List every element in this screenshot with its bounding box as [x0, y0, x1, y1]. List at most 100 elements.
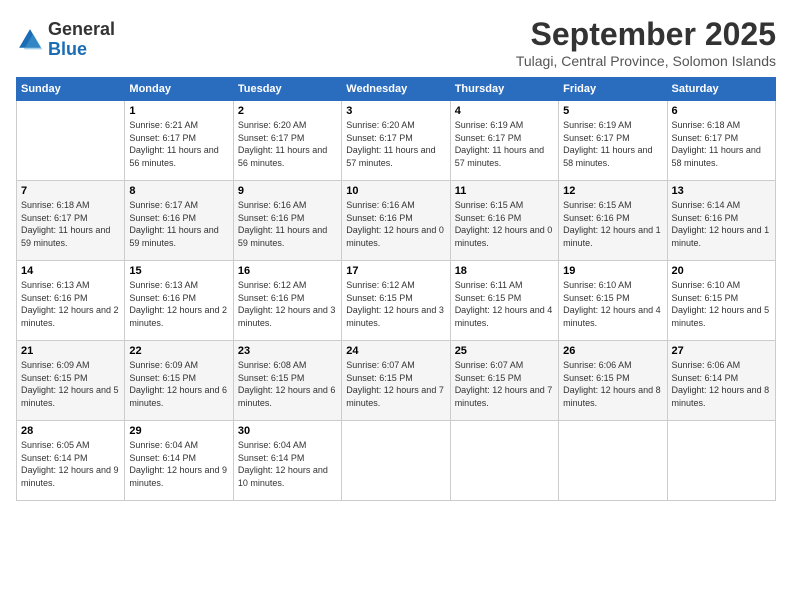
- calendar-cell: 23Sunrise: 6:08 AMSunset: 6:15 PMDayligh…: [233, 341, 341, 421]
- calendar-cell: 4 Sunrise: 6:19 AMSunset: 6:17 PMDaylight…: [450, 101, 558, 181]
- calendar-cell: 15Sunrise: 6:13 AMSunset: 6:16 PMDayligh…: [125, 261, 233, 341]
- day-number: 5: [563, 105, 662, 117]
- day-number: 19: [563, 265, 662, 277]
- weekday-header-thursday: Thursday: [450, 78, 558, 101]
- day-info: Sunrise: 6:04 AMSunset: 6:14 PMDaylight:…: [129, 439, 228, 489]
- calendar-cell: [342, 421, 450, 501]
- calendar-cell: 24 Sunrise: 6:07 AMSunset: 6:15 PMDayligh…: [342, 341, 450, 421]
- calendar-cell: 12Sunrise: 6:15 AMSunset: 6:16 PMDayligh…: [559, 181, 667, 261]
- logo-text: General Blue: [48, 20, 115, 60]
- calendar-cell: 13 Sunrise: 6:14 AMSunset: 6:16 PMDayligh…: [667, 181, 775, 261]
- day-info: Sunrise: 6:10 AMSunset: 6:15 PMDaylight:…: [672, 279, 771, 329]
- logo-general: General: [48, 19, 115, 39]
- weekday-header-row: SundayMondayTuesdayWednesdayThursdayFrid…: [17, 78, 776, 101]
- calendar-cell: 14 Sunrise: 6:13 AMSunset: 6:16 PMDayligh…: [17, 261, 125, 341]
- day-info: Sunrise: 6:09 AMSunset: 6:15 PMDaylight:…: [129, 359, 228, 409]
- calendar-table: SundayMondayTuesdayWednesdayThursdayFrid…: [16, 77, 776, 501]
- calendar-cell: [667, 421, 775, 501]
- calendar-cell: 3 Sunrise: 6:20 AMSunset: 6:17 PMDaylight…: [342, 101, 450, 181]
- day-info: Sunrise: 6:13 AMSunset: 6:16 PMDaylight:…: [129, 279, 228, 329]
- logo-blue: Blue: [48, 39, 87, 59]
- day-info: Sunrise: 6:11 AMSunset: 6:15 PMDaylight:…: [455, 279, 554, 329]
- day-info: Sunrise: 6:15 AMSunset: 6:16 PMDaylight:…: [563, 199, 662, 249]
- day-number: 29: [129, 425, 228, 437]
- calendar-cell: [559, 421, 667, 501]
- day-number: 2: [238, 105, 337, 117]
- day-info: Sunrise: 6:18 AMSunset: 6:17 PMDaylight:…: [21, 199, 120, 249]
- day-info: Sunrise: 6:12 AMSunset: 6:15 PMDaylight:…: [346, 279, 445, 329]
- weekday-header-wednesday: Wednesday: [342, 78, 450, 101]
- day-info: Sunrise: 6:20 AMSunset: 6:17 PMDaylight:…: [346, 119, 445, 169]
- day-info: Sunrise: 6:07 AMSunset: 6:15 PMDaylight:…: [455, 359, 554, 409]
- title-block: September 2025 Tulagi, Central Province,…: [516, 16, 776, 69]
- day-number: 21: [21, 345, 120, 357]
- calendar-cell: 16 Sunrise: 6:12 AMSunset: 6:16 PMDayligh…: [233, 261, 341, 341]
- day-info: Sunrise: 6:20 AMSunset: 6:17 PMDaylight:…: [238, 119, 337, 169]
- calendar-cell: 2 Sunrise: 6:20 AMSunset: 6:17 PMDaylight…: [233, 101, 341, 181]
- day-number: 3: [346, 105, 445, 117]
- day-number: 20: [672, 265, 771, 277]
- week-row-4: 28 Sunrise: 6:05 AMSunset: 6:14 PMDayligh…: [17, 421, 776, 501]
- day-number: 17: [346, 265, 445, 277]
- day-info: Sunrise: 6:14 AMSunset: 6:16 PMDaylight:…: [672, 199, 771, 249]
- week-row-1: 7 Sunrise: 6:18 AMSunset: 6:17 PMDaylight…: [17, 181, 776, 261]
- day-number: 16: [238, 265, 337, 277]
- calendar-cell: 9 Sunrise: 6:16 AMSunset: 6:16 PMDaylight…: [233, 181, 341, 261]
- day-number: 9: [238, 185, 337, 197]
- day-info: Sunrise: 6:16 AMSunset: 6:16 PMDaylight:…: [346, 199, 445, 249]
- weekday-header-tuesday: Tuesday: [233, 78, 341, 101]
- day-number: 28: [21, 425, 120, 437]
- calendar-cell: 10Sunrise: 6:16 AMSunset: 6:16 PMDayligh…: [342, 181, 450, 261]
- day-number: 11: [455, 185, 554, 197]
- day-info: Sunrise: 6:13 AMSunset: 6:16 PMDaylight:…: [21, 279, 120, 329]
- day-number: 24: [346, 345, 445, 357]
- day-info: Sunrise: 6:16 AMSunset: 6:16 PMDaylight:…: [238, 199, 337, 249]
- page-header: General Blue September 2025 Tulagi, Cent…: [16, 16, 776, 69]
- month-title: September 2025: [516, 16, 776, 53]
- calendar-cell: 29 Sunrise: 6:04 AMSunset: 6:14 PMDayligh…: [125, 421, 233, 501]
- calendar-cell: 27 Sunrise: 6:06 AMSunset: 6:14 PMDayligh…: [667, 341, 775, 421]
- day-number: 26: [563, 345, 662, 357]
- calendar-cell: 22Sunrise: 6:09 AMSunset: 6:15 PMDayligh…: [125, 341, 233, 421]
- calendar-cell: 1Sunrise: 6:21 AMSunset: 6:17 PMDaylight…: [125, 101, 233, 181]
- location-subtitle: Tulagi, Central Province, Solomon Island…: [516, 53, 776, 69]
- day-number: 14: [21, 265, 120, 277]
- day-info: Sunrise: 6:07 AMSunset: 6:15 PMDaylight:…: [346, 359, 445, 409]
- day-info: Sunrise: 6:05 AMSunset: 6:14 PMDaylight:…: [21, 439, 120, 489]
- calendar-cell: 30 Sunrise: 6:04 AMSunset: 6:14 PMDayligh…: [233, 421, 341, 501]
- week-row-2: 14 Sunrise: 6:13 AMSunset: 6:16 PMDayligh…: [17, 261, 776, 341]
- day-number: 30: [238, 425, 337, 437]
- day-number: 25: [455, 345, 554, 357]
- day-number: 23: [238, 345, 337, 357]
- day-info: Sunrise: 6:15 AMSunset: 6:16 PMDaylight:…: [455, 199, 554, 249]
- week-row-0: 1Sunrise: 6:21 AMSunset: 6:17 PMDaylight…: [17, 101, 776, 181]
- logo: General Blue: [16, 20, 115, 60]
- calendar-cell: 7 Sunrise: 6:18 AMSunset: 6:17 PMDaylight…: [17, 181, 125, 261]
- day-info: Sunrise: 6:21 AMSunset: 6:17 PMDaylight:…: [129, 119, 228, 169]
- day-number: 27: [672, 345, 771, 357]
- day-info: Sunrise: 6:04 AMSunset: 6:14 PMDaylight:…: [238, 439, 337, 489]
- week-row-3: 21 Sunrise: 6:09 AMSunset: 6:15 PMDayligh…: [17, 341, 776, 421]
- day-number: 6: [672, 105, 771, 117]
- day-number: 8: [129, 185, 228, 197]
- weekday-header-sunday: Sunday: [17, 78, 125, 101]
- calendar-cell: [17, 101, 125, 181]
- calendar-cell: 5Sunrise: 6:19 AMSunset: 6:17 PMDaylight…: [559, 101, 667, 181]
- day-info: Sunrise: 6:12 AMSunset: 6:16 PMDaylight:…: [238, 279, 337, 329]
- day-info: Sunrise: 6:09 AMSunset: 6:15 PMDaylight:…: [21, 359, 120, 409]
- day-info: Sunrise: 6:06 AMSunset: 6:14 PMDaylight:…: [672, 359, 771, 409]
- calendar-cell: 8 Sunrise: 6:17 AMSunset: 6:16 PMDaylight…: [125, 181, 233, 261]
- calendar-cell: 28 Sunrise: 6:05 AMSunset: 6:14 PMDayligh…: [17, 421, 125, 501]
- day-number: 13: [672, 185, 771, 197]
- day-number: 18: [455, 265, 554, 277]
- calendar-cell: 25 Sunrise: 6:07 AMSunset: 6:15 PMDayligh…: [450, 341, 558, 421]
- weekday-header-friday: Friday: [559, 78, 667, 101]
- day-number: 7: [21, 185, 120, 197]
- day-info: Sunrise: 6:19 AMSunset: 6:17 PMDaylight:…: [455, 119, 554, 169]
- day-number: 4: [455, 105, 554, 117]
- day-info: Sunrise: 6:17 AMSunset: 6:16 PMDaylight:…: [129, 199, 228, 249]
- calendar-cell: 6Sunrise: 6:18 AMSunset: 6:17 PMDaylight…: [667, 101, 775, 181]
- calendar-cell: 18 Sunrise: 6:11 AMSunset: 6:15 PMDayligh…: [450, 261, 558, 341]
- calendar-cell: [450, 421, 558, 501]
- calendar-cell: 17 Sunrise: 6:12 AMSunset: 6:15 PMDayligh…: [342, 261, 450, 341]
